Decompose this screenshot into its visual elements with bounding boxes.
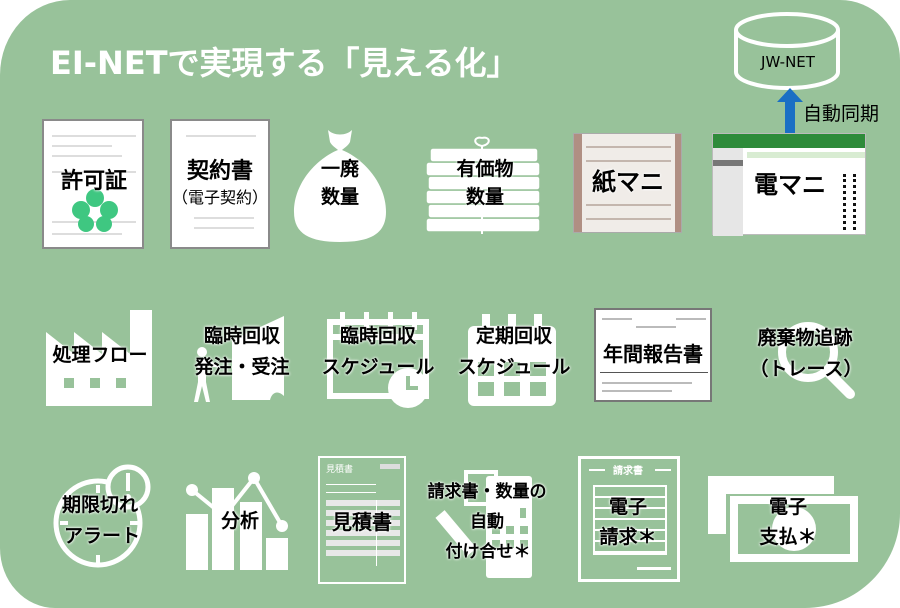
regular-schedule-line2: スケジュール [457, 356, 571, 378]
analysis-label: 分析 [220, 510, 259, 532]
estimate-label: 見積書 [332, 510, 392, 534]
estimate-doc-header: 見積書 [326, 465, 354, 475]
permit-label: 許可証 [60, 169, 127, 194]
waste-tracking-line1: 廃棄物追跡 [757, 327, 853, 349]
temp-schedule-line1: 臨時回収 [339, 325, 416, 347]
e-invoice-line2: 請求＊ [599, 526, 657, 548]
e-invoice-line1: 電子 [608, 496, 647, 518]
temp-schedule-line2: スケジュール [321, 356, 435, 378]
expiry-alert-line2: アラート [63, 525, 140, 547]
e-payment-line2: 支払＊ [759, 526, 817, 548]
invoice-matching-line3: 付け合せ＊ [445, 542, 531, 562]
contract-label: 契約書 [186, 159, 253, 184]
invoice-matching-line2: 自動 [470, 512, 504, 532]
expiry-alert-line1: 期限切れ [61, 494, 138, 516]
paper-manifest-label: 紙マニ [592, 168, 664, 196]
invoice-doc-header: 請求書 [613, 466, 643, 477]
garbage-bag-icon [294, 130, 386, 242]
jwnet-label: JW-NET [761, 53, 815, 71]
annual-report-label: 年間報告書 [603, 342, 703, 366]
page-title: EI-NETで実現する「見える化」 [50, 44, 519, 82]
electronic-manifest-label: 電マニ [754, 171, 826, 199]
temp-order-line1: 臨時回収 [203, 325, 280, 347]
temp-order-line2: 発注・受注 [194, 356, 290, 378]
contract-sublabel: （電子契約） [171, 188, 268, 207]
database-icon [734, 12, 840, 90]
general-waste-line2: 数量 [320, 186, 359, 208]
process-flow-label: 処理フロー [52, 344, 148, 366]
waste-tracking-line2: （トレース） [749, 358, 863, 380]
valuables-line1: 有価物 [456, 158, 514, 180]
general-waste-line1: 一廃 [320, 158, 359, 180]
regular-schedule-line1: 定期回収 [475, 325, 552, 347]
valuables-line2: 数量 [465, 186, 504, 208]
sync-label: 自動同期 [803, 103, 880, 125]
e-payment-line1: 電子 [768, 496, 807, 518]
invoice-matching-line1: 請求書・数量の [427, 482, 547, 502]
